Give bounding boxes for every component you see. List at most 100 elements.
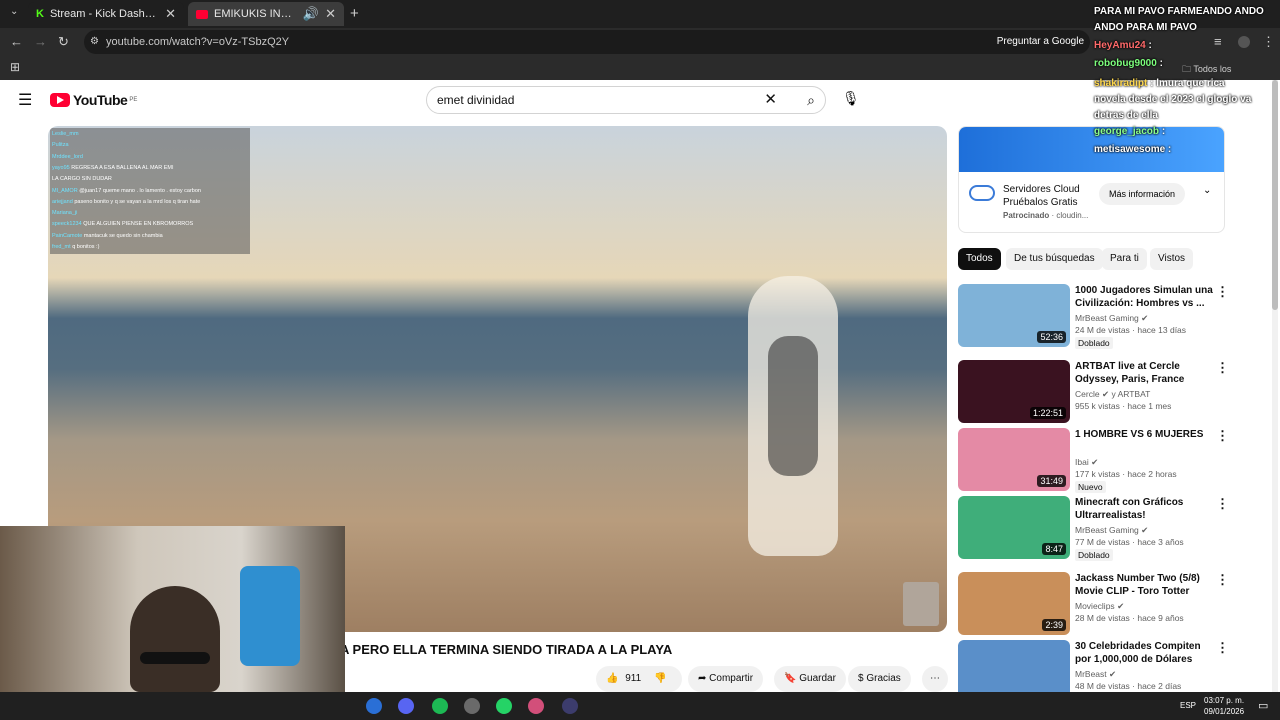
chip-todos[interactable]: Todos — [958, 248, 1001, 270]
microphone-icon[interactable]: 🎙 — [842, 90, 860, 107]
duration-badge: 2:39 — [1042, 619, 1066, 631]
app-icon[interactable] — [562, 698, 578, 714]
chip-label: Vistos — [1158, 253, 1186, 264]
inplayer-chat-text: mantacuk se quedo sin chambia — [83, 232, 163, 239]
video-thumbnail[interactable]: 8:47 — [958, 496, 1070, 559]
video-thumbnail[interactable]: 2:39 — [958, 572, 1070, 635]
recommendation-item[interactable]: 8:47 Minecraft con Gráficos Ultrarrealist… — [958, 496, 1258, 564]
video-meta: 24 M de vistas · hace 13 días — [1075, 325, 1187, 335]
spotify-icon[interactable] — [432, 698, 448, 714]
channel-name[interactable]: MrBeast ✔ — [1075, 668, 1116, 680]
recommendation-item[interactable]: 31:49 1 HOMBRE VS 6 MUJERES Ibai ✔ 177 k vi… — [958, 428, 1258, 496]
video-thumbnail[interactable]: 1:22:51 — [958, 360, 1070, 423]
clear-search-icon[interactable]: ✕ — [764, 87, 777, 113]
more-actions-button[interactable]: ⋯ — [922, 666, 948, 692]
channel-label: Movieclips — [1075, 601, 1115, 611]
music-icon[interactable] — [528, 698, 544, 714]
video-thumbnail[interactable]: 52:36 — [958, 284, 1070, 347]
chat-message: : — [1148, 40, 1152, 51]
clock[interactable]: 03:07 p. m. 09/01/2026 — [1204, 695, 1244, 717]
apps-grid-icon[interactable]: ⊞ — [10, 60, 20, 74]
recommendation-title[interactable]: 1000 Jugadores Simulan una Civilización:… — [1075, 284, 1215, 310]
recommendation-title[interactable]: Minecraft con Gráficos Ultrarrealistas! — [1075, 496, 1215, 522]
forward-icon[interactable]: → — [34, 34, 47, 49]
address-bar[interactable]: ⚙ youtube.com/watch?v=oVz-TSbzQ2Y Pregun… — [84, 30, 1090, 54]
like-dislike-button[interactable]: 👍 911 👎 — [596, 666, 682, 692]
reload-icon[interactable]: ↻ — [58, 34, 69, 50]
new-tab-icon[interactable]: + — [350, 5, 359, 22]
recommendation-item[interactable]: 2:39 Jackass Number Two (5/8) Movie CLIP … — [958, 572, 1258, 640]
thanks-button[interactable]: $ Gracias — [848, 666, 911, 692]
recommendation-title[interactable]: 1 HOMBRE VS 6 MUJERES — [1075, 428, 1215, 441]
close-icon[interactable]: ✕ — [325, 6, 336, 22]
back-icon[interactable]: ← — [10, 34, 23, 49]
video-thumbnail[interactable]: 31:49 — [958, 428, 1070, 491]
video-badge: Nuevo — [1075, 481, 1106, 493]
channel-name[interactable]: MrBeast Gaming ✔ — [1075, 312, 1148, 324]
inplayer-chat-user: fred_mt — [52, 244, 71, 250]
speaker-icon[interactable]: 🔊 — [303, 6, 319, 22]
whatsapp-icon[interactable] — [496, 698, 512, 714]
region-code: PE — [129, 97, 138, 103]
channel-name[interactable]: Movieclips ✔ — [1075, 600, 1124, 612]
save-button[interactable]: 🔖 Guardar — [774, 666, 846, 692]
recommendation-title[interactable]: 30 Celebridades Compiten por 1,000,000 d… — [1075, 640, 1215, 666]
site-info-icon[interactable]: ⚙ — [90, 30, 99, 54]
inplayer-chat-user: Leslie_mm — [52, 131, 79, 137]
chip-de-tus-busquedas[interactable]: De tus búsquedas — [1006, 248, 1103, 270]
tab-search-icon[interactable]: ⌄ — [10, 6, 18, 17]
chrome-icon[interactable] — [366, 698, 382, 714]
more-options-icon[interactable]: ⋮ — [1216, 428, 1229, 444]
search-input[interactable]: emet divinidad ✕ ⌕ — [426, 86, 826, 114]
inplayer-chat-user: Mariana_ji — [52, 210, 78, 217]
inplayer-chat-line: PainCamote mantacuk se quedo sin chambia — [52, 231, 163, 241]
more-options-icon[interactable]: ⋮ — [1216, 572, 1229, 588]
obs-icon[interactable] — [464, 698, 480, 714]
discord-icon[interactable] — [398, 698, 414, 714]
scrollbar[interactable] — [1272, 80, 1278, 692]
close-icon[interactable]: ✕ — [165, 6, 176, 22]
chevron-down-icon[interactable]: ⌄ — [1203, 185, 1211, 196]
thumbs-down-icon[interactable]: 👎 — [654, 673, 666, 684]
chip-para-ti[interactable]: Para ti — [1102, 248, 1147, 270]
recommendation-item[interactable]: 1:22:51 ARTBAT live at Cercle Odyssey, Pa… — [958, 360, 1258, 428]
ad-title-1: Servidores Cloud — [1003, 184, 1080, 195]
more-options-icon[interactable]: ⋮ — [1216, 284, 1229, 300]
ad-title-2: Pruébalos Gratis — [1003, 197, 1078, 208]
more-options-icon[interactable]: ⋮ — [1216, 360, 1229, 376]
inplayer-chat-user: PainCamote — [52, 232, 83, 239]
inplayer-chat-text: QUE ALGUIEN PIENSE EN KBROMORROS — [83, 221, 194, 228]
sponsor-domain: cloudin... — [1056, 211, 1089, 220]
chip-vistos[interactable]: Vistos — [1150, 248, 1194, 270]
recommendation-title[interactable]: ARTBAT live at Cercle Odyssey, Paris, Fr… — [1075, 360, 1215, 386]
more-options-icon[interactable]: ⋮ — [1216, 640, 1229, 656]
notification-icon[interactable]: ▭ — [1258, 699, 1268, 712]
hamburger-menu-icon[interactable]: ☰ — [18, 90, 32, 110]
youtube-logo[interactable]: YouTube PE — [50, 92, 137, 108]
more-options-icon[interactable]: ⋮ — [1216, 496, 1229, 512]
inplayer-chat-line: MI_AMOR @juan17 queme mano . lo lamento … — [52, 186, 201, 196]
video-meta: 955 k vistas · hace 1 mes — [1075, 401, 1172, 411]
channel-name[interactable]: MrBeast Gaming ✔ — [1075, 524, 1148, 536]
channel-name[interactable]: Cercle ✔ y ARTBAT — [1075, 388, 1150, 400]
video-subject-2 — [768, 336, 818, 476]
channel-name[interactable]: Ibai ✔ — [1075, 456, 1098, 468]
tab-youtube-video[interactable]: EMIKUKIS INTENTA TIRAR A 🔊 ✕ — [188, 2, 344, 26]
share-label: Compartir — [709, 673, 754, 684]
search-icon[interactable]: ⌕ — [807, 87, 815, 113]
inplayer-chat-user: Pulitza — [52, 142, 69, 149]
recommendation-item[interactable]: 52:36 1000 Jugadores Simulan una Civiliza… — [958, 284, 1258, 352]
share-button[interactable]: ➦ Compartir — [688, 666, 764, 692]
inplayer-chat-user: ariejjand — [52, 198, 73, 205]
recommendation-title[interactable]: Jackass Number Two (5/8) Movie CLIP - To… — [1075, 572, 1215, 599]
tab-kick-dashboard[interactable]: K Stream - Kick Dashboard ✕ — [28, 2, 184, 26]
inplayer-chat-line: Mrddee_lord — [52, 152, 83, 162]
ad-more-info-button[interactable]: Más información — [1099, 183, 1186, 205]
language-indicator[interactable]: ESP — [1180, 701, 1196, 710]
cloud-icon — [969, 185, 995, 201]
thumbs-up-icon[interactable]: 👍 — [606, 673, 618, 684]
chat-message: ANDO PARA MI PAVO — [1094, 22, 1197, 33]
inplayer-chat-line: LA CARGO SIN DUDAR — [52, 174, 112, 184]
ask-google-button[interactable]: Preguntar a Google — [997, 30, 1084, 54]
verified-icon: ✔ — [1141, 313, 1149, 323]
